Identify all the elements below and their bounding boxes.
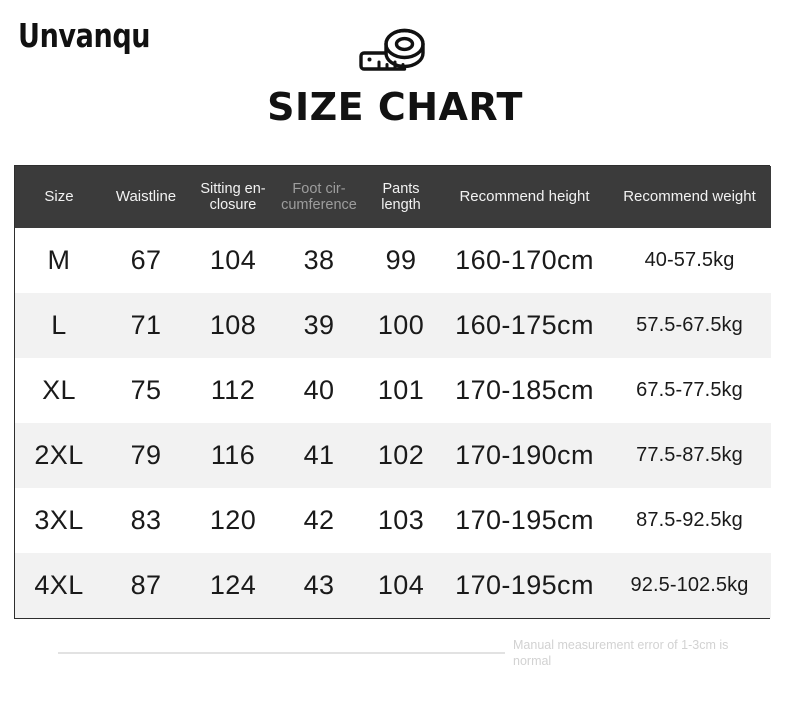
cell-recommend-weight: 57.5-67.5kg bbox=[636, 314, 743, 336]
cell-size: XL bbox=[42, 375, 76, 405]
column-header-sitting-enclosure-line2: closure bbox=[209, 197, 257, 213]
cell-size: 4XL bbox=[34, 570, 84, 600]
cell-recommend-weight: 87.5-92.5kg bbox=[636, 509, 743, 531]
column-header-size: Size bbox=[44, 187, 74, 205]
table-row: 4XL 87 124 43 104 170-195cm 92.5-102.5kg bbox=[15, 553, 771, 618]
cell-waistline: 75 bbox=[130, 375, 162, 405]
cell-size: 2XL bbox=[34, 440, 84, 470]
cell-pants-length: 99 bbox=[385, 245, 417, 275]
table-row: 3XL 83 120 42 103 170-195cm 87.5-92.5kg bbox=[15, 488, 771, 553]
column-header-recommend-height: Recommend height bbox=[459, 187, 590, 205]
cell-foot-circumference: 38 bbox=[303, 245, 335, 275]
cell-size: M bbox=[47, 245, 71, 275]
column-header-foot-circumference: Foot cir- cumference bbox=[277, 166, 361, 228]
cell-foot-circumference: 43 bbox=[303, 570, 335, 600]
cell-recommend-height: 170-195cm bbox=[455, 570, 594, 600]
column-header-foot-circumference-line2: cumference bbox=[281, 197, 357, 213]
cell-recommend-height: 160-175cm bbox=[455, 310, 594, 340]
size-chart-table: Size Waistline Sitting en- closure Foot … bbox=[14, 165, 771, 619]
cell-recommend-height: 170-195cm bbox=[455, 505, 594, 535]
cell-recommend-weight: 77.5-87.5kg bbox=[636, 444, 743, 466]
cell-sitting-enclosure: 116 bbox=[210, 440, 256, 470]
cell-sitting-enclosure: 108 bbox=[209, 310, 257, 340]
cell-waistline: 87 bbox=[130, 570, 162, 600]
cell-recommend-weight: 92.5-102.5kg bbox=[630, 574, 749, 596]
cell-recommend-height: 170-190cm bbox=[455, 440, 594, 470]
table-row: XL 75 112 40 101 170-185cm 67.5-77.5kg bbox=[15, 358, 771, 423]
cell-waistline: 83 bbox=[130, 505, 162, 535]
cell-foot-circumference: 42 bbox=[303, 505, 335, 535]
column-header-foot-circumference-line1: Foot cir- bbox=[292, 180, 346, 197]
column-header-pants-length-line2: length bbox=[381, 197, 421, 213]
cell-foot-circumference: 40 bbox=[303, 375, 335, 405]
table-row: M 67 104 38 99 160-170cm 40-57.5kg bbox=[15, 228, 771, 293]
cell-sitting-enclosure: 112 bbox=[210, 375, 256, 405]
column-header-sitting-enclosure-line1: Sitting en- bbox=[200, 180, 266, 197]
table-body: M 67 104 38 99 160-170cm 40-57.5kg L 71 … bbox=[15, 228, 771, 618]
cell-pants-length: 103 bbox=[377, 505, 425, 535]
cell-waistline: 67 bbox=[130, 245, 162, 275]
cell-sitting-enclosure: 124 bbox=[209, 570, 257, 600]
cell-recommend-weight: 67.5-77.5kg bbox=[636, 379, 743, 401]
column-header-sitting-enclosure: Sitting en- closure bbox=[189, 166, 277, 228]
cell-pants-length: 100 bbox=[377, 310, 425, 340]
table-row: 2XL 79 116 41 102 170-190cm 77.5-87.5kg bbox=[15, 423, 771, 488]
page-title: SIZE CHART bbox=[267, 85, 523, 129]
cell-recommend-height: 170-185cm bbox=[455, 375, 594, 405]
cell-sitting-enclosure: 104 bbox=[209, 245, 257, 275]
footer: Manual measurement error of 1-3cm is nor… bbox=[0, 638, 790, 684]
column-header-waistline: Waistline bbox=[115, 187, 177, 205]
cell-pants-length: 101 bbox=[377, 375, 425, 405]
column-header-pants-length: Pants length bbox=[361, 166, 441, 228]
footer-divider bbox=[58, 652, 505, 654]
cell-foot-circumference: 39 bbox=[303, 310, 335, 340]
cell-recommend-height: 160-170cm bbox=[455, 245, 594, 275]
cell-size: L bbox=[51, 310, 67, 340]
table-row: L 71 108 39 100 160-175cm 57.5-67.5kg bbox=[15, 293, 771, 358]
cell-sitting-enclosure: 120 bbox=[209, 505, 257, 535]
cell-size: 3XL bbox=[34, 505, 84, 535]
title-block: SIZE CHART bbox=[0, 22, 790, 128]
column-header-recommend-weight: Recommend weight bbox=[623, 187, 756, 205]
tape-measure-icon bbox=[353, 22, 437, 82]
measurement-disclaimer: Manual measurement error of 1-3cm is nor… bbox=[513, 638, 729, 668]
cell-waistline: 79 bbox=[130, 440, 162, 470]
cell-waistline: 71 bbox=[130, 310, 162, 340]
cell-recommend-weight: 40-57.5kg bbox=[644, 249, 735, 271]
column-header-pants-length-line1: Pants bbox=[382, 180, 420, 197]
cell-foot-circumference: 41 bbox=[303, 440, 335, 470]
table-header-row: Size Waistline Sitting en- closure Foot … bbox=[15, 166, 771, 228]
cell-pants-length: 104 bbox=[377, 570, 425, 600]
cell-pants-length: 102 bbox=[377, 440, 425, 470]
